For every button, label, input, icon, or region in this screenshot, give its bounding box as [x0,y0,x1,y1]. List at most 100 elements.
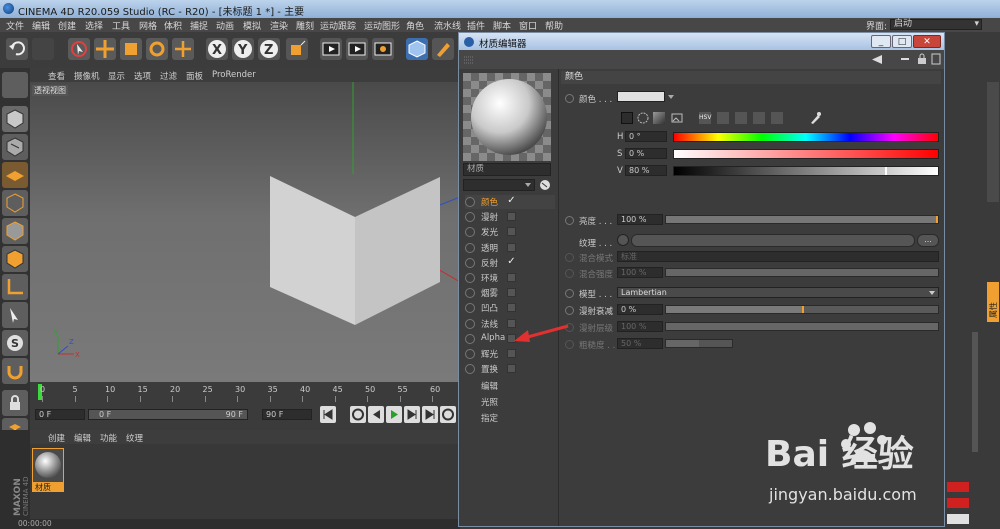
texture-browse-button[interactable]: ... [917,234,939,247]
coordinate-system-button[interactable] [286,38,308,60]
workplane-mode-button[interactable] [2,162,28,188]
navigate-icon[interactable] [899,54,911,65]
material-menu-item[interactable]: 编辑 [74,432,91,444]
rgb-mixer-icon[interactable] [735,112,747,124]
channel-radio[interactable] [465,212,475,223]
x-axis-lock-button[interactable]: X [206,38,228,60]
previous-frame-button[interactable] [368,406,384,423]
channel-item[interactable]: 颜色 ✓ [465,195,555,209]
loop-button[interactable] [440,406,456,423]
magnet-tool-button[interactable] [2,358,28,384]
back-arrow-icon[interactable] [871,54,883,65]
go-to-end-button[interactable] [422,406,438,423]
menu-item[interactable]: 体积 [164,19,182,32]
viewport-menu-item[interactable]: 摄像机 [74,70,100,82]
previous-key-button[interactable] [350,406,366,423]
material-editor-title-bar[interactable]: 材质编辑器 _ □ ✕ [459,33,944,50]
undo-button[interactable] [6,38,28,60]
channel-enable-checkbox[interactable] [507,212,516,222]
hsv-value-field[interactable]: 0 % [625,148,667,159]
material-preview-dropdown[interactable] [463,179,535,191]
menu-item[interactable]: 工具 [112,19,130,32]
channel-radio[interactable] [465,242,475,253]
menu-item[interactable]: 渲染 [270,19,288,32]
brightness-slider[interactable] [665,215,939,224]
right-scrollbar[interactable] [972,332,978,452]
channel-item[interactable]: 反射 ✓ [465,256,555,270]
cube-object-button[interactable] [406,38,428,60]
snapping-button[interactable]: S [2,330,28,356]
hsv-value-field[interactable]: 80 % [625,165,667,176]
menu-item[interactable]: 模拟 [243,19,261,32]
image-mode-icon[interactable] [653,112,665,124]
hsv-mode-icon[interactable]: HSV [699,112,711,124]
channel-radio[interactable] [465,227,475,238]
texture-mode-button[interactable] [2,134,28,160]
edges-mode-button[interactable] [2,218,28,244]
material-menu-item[interactable]: 纹理 [126,432,143,444]
hsv-slider-handle[interactable] [885,167,888,175]
y-axis-lock-button[interactable]: Y [232,38,254,60]
material-name-field[interactable]: 材质 [463,163,551,176]
viewport-menu-item[interactable]: 面板 [186,70,203,82]
timeline-ruler[interactable]: 0 5 10 15 20 25 30 35 40 45 50 55 60 [30,382,460,404]
preview-options-icon[interactable] [539,179,551,191]
layout-select[interactable]: 启动 ▾ [890,19,982,30]
model-mode-button[interactable] [2,106,28,132]
move-tool-button[interactable] [94,38,116,60]
menu-item[interactable]: 角色 [406,19,424,32]
next-frame-button[interactable] [404,406,420,423]
menu-item[interactable]: 网格 [139,19,157,32]
material-preview[interactable] [463,73,551,161]
lock-icon[interactable] [917,53,927,65]
lock-workplane-button[interactable] [2,390,28,416]
hsv-gradient-slider[interactable] [673,149,939,159]
frame-range-slider[interactable]: 0 F 90 F [88,409,248,420]
menu-item[interactable]: 运动跟踪 [320,19,356,32]
make-editable-button[interactable] [2,72,28,98]
channel-enable-checkbox[interactable] [507,227,516,237]
channel-item[interactable]: 辉光 [465,347,555,361]
maximize-button[interactable]: □ [892,35,912,48]
viewport-menu-item[interactable]: ProRender [212,70,256,80]
menu-item[interactable]: 帮助 [545,19,563,32]
menu-item[interactable]: 脚本 [493,19,511,32]
viewport-menu-item[interactable]: 选项 [134,70,151,82]
tweak-mode-button[interactable] [2,302,28,328]
channel-enable-checkbox[interactable] [507,273,516,282]
polygons-mode-button[interactable] [2,246,28,272]
channel-item[interactable]: 烟雾 [465,286,555,300]
channel-enable-checkbox[interactable] [507,242,516,252]
go-to-start-button[interactable] [320,406,336,423]
channel-enable-checkbox[interactable] [507,288,516,298]
brightness-field[interactable]: 100 % [617,214,663,225]
picture-mode-icon[interactable] [671,112,683,124]
channel-enable-checkbox[interactable] [507,349,516,358]
menu-item[interactable]: 创建 [58,19,76,32]
channel-radio[interactable] [465,257,475,268]
menu-item[interactable]: 编辑 [32,19,50,32]
menu-item[interactable]: 捕捉 [190,19,208,32]
select-tool-button[interactable] [68,38,90,60]
editor-section-item[interactable]: 编辑 [481,380,498,392]
perspective-viewport[interactable]: 透视视图 Y Z X [30,82,460,382]
render-settings-button[interactable] [372,38,394,60]
menu-item[interactable]: 窗口 [519,19,537,32]
model-select[interactable]: Lambertian [617,287,939,298]
z-axis-lock-button[interactable]: Z [258,38,280,60]
channel-enable-checkbox[interactable]: ✓ [507,256,516,267]
render-picture-viewer-button[interactable] [346,38,368,60]
brightness-anim-dot[interactable] [565,216,574,225]
play-button[interactable] [386,406,402,423]
hsv-value-field[interactable]: 0 ° [625,131,667,142]
redo-button[interactable] [32,38,54,60]
channel-item[interactable]: 透明 [465,241,555,255]
viewport-menu-item[interactable]: 过滤 [160,70,177,82]
transform-tool-button[interactable] [172,38,194,60]
color-swatch[interactable] [617,91,665,102]
hsv-gradient-slider[interactable] [673,132,939,142]
viewport-menu-item[interactable]: 查看 [48,70,65,82]
viewport-menu-item[interactable]: 显示 [108,70,125,82]
menu-item[interactable]: 插件 [467,19,485,32]
menu-item[interactable]: 流水线 [434,19,461,32]
